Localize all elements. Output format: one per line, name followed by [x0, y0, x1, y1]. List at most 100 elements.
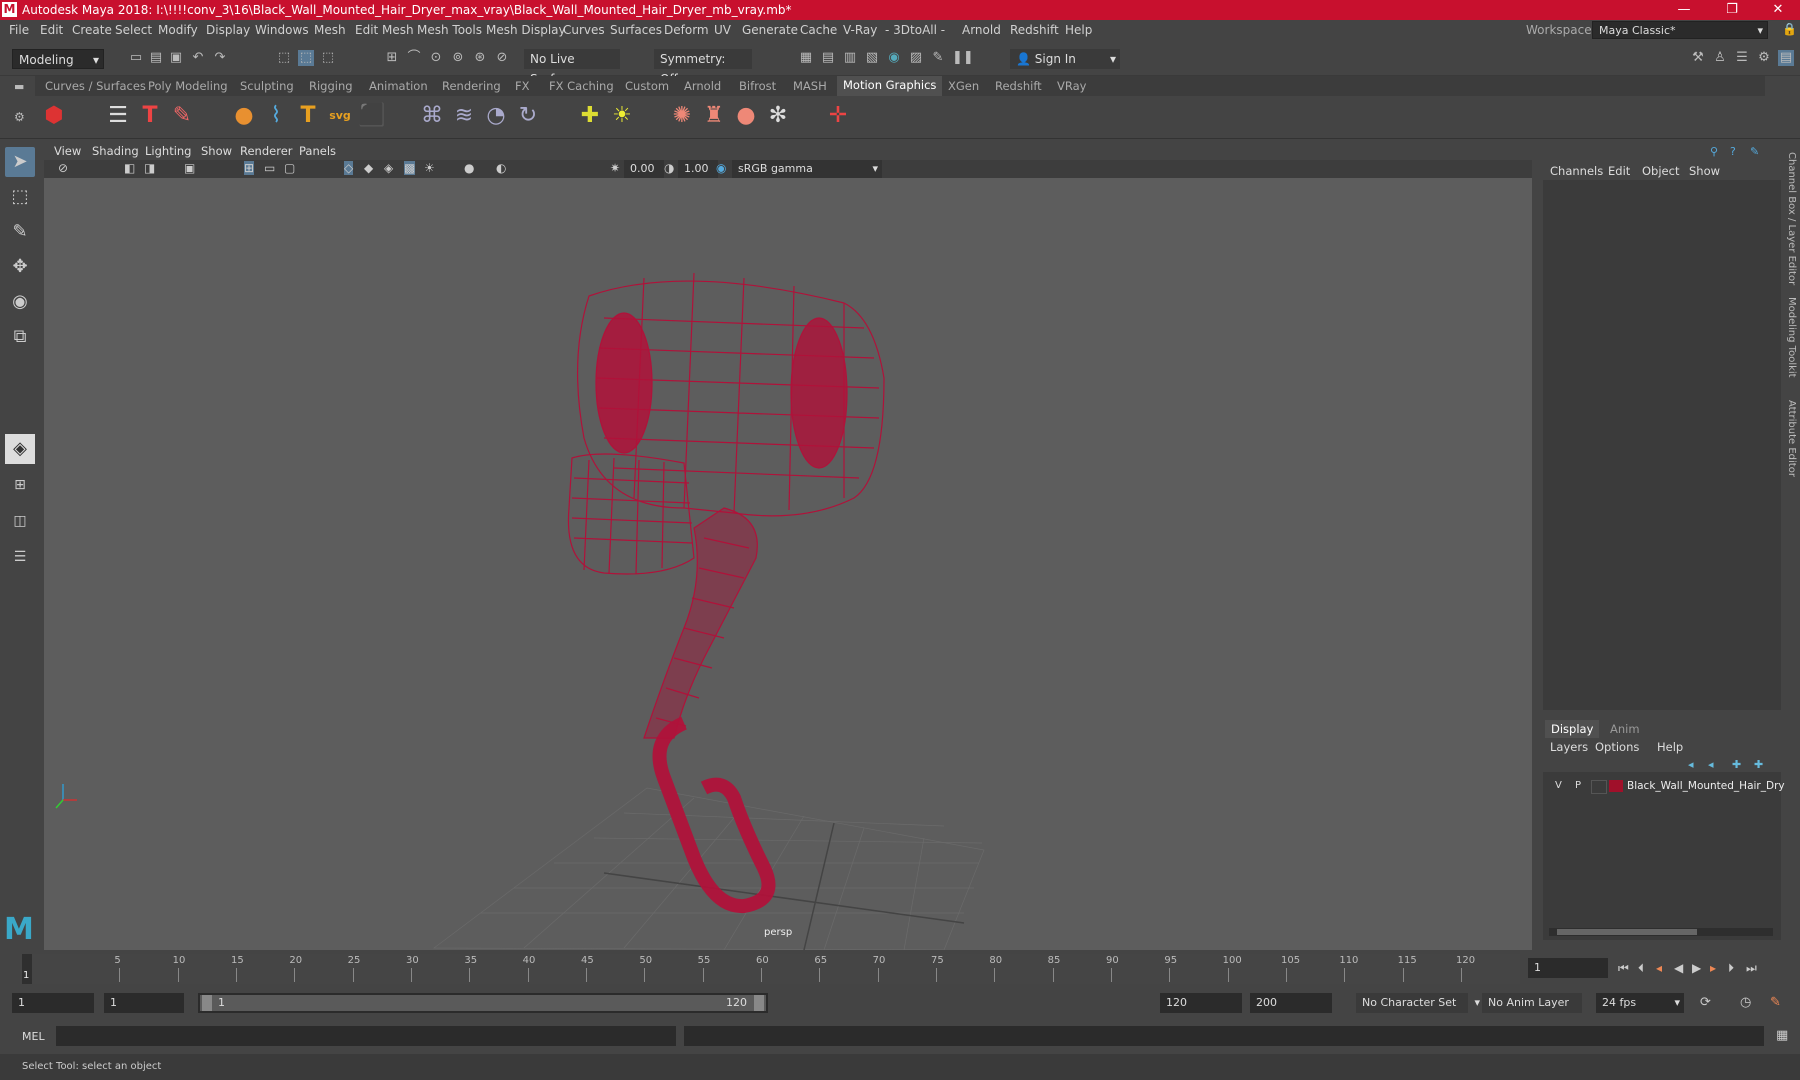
- camera-attributes-icon[interactable]: ◧: [124, 161, 135, 175]
- channel-box-pin-icon[interactable]: ⚲: [1710, 145, 1718, 158]
- layer-tab-display[interactable]: Display: [1545, 720, 1600, 738]
- channel-box-icon[interactable]: ▤: [1778, 50, 1794, 66]
- hypershade-icon[interactable]: ◉: [886, 50, 902, 66]
- viewport-menu-panels[interactable]: Panels: [299, 144, 336, 158]
- menu-windows[interactable]: Windows: [255, 23, 309, 37]
- camera-lock-icon[interactable]: ⊘: [58, 161, 68, 175]
- current-frame-field[interactable]: 1: [1528, 958, 1608, 978]
- perspective-viewport[interactable]: persp: [44, 178, 1532, 950]
- layer-menu-help[interactable]: Help: [1657, 740, 1683, 754]
- shelf-tab-fx[interactable]: FX: [515, 79, 530, 93]
- image-plane-icon[interactable]: ▣: [184, 161, 195, 175]
- sweep-tool-icon[interactable]: ✎: [168, 102, 196, 130]
- menu-arnold[interactable]: Arnold: [962, 23, 1001, 37]
- script-editor-icon[interactable]: ▦: [1776, 1028, 1788, 1043]
- shelf-tab-custom[interactable]: Custom: [625, 79, 669, 93]
- current-frame-marker[interactable]: 1: [22, 954, 32, 984]
- open-scene-icon[interactable]: ▤: [148, 50, 164, 66]
- channel-box-help-icon[interactable]: ?: [1730, 145, 1736, 158]
- menu-curves[interactable]: Curves: [563, 23, 605, 37]
- render-view-icon[interactable]: ▨: [908, 50, 924, 66]
- side-tab-channel-box[interactable]: Channel Box / Layer Editor: [1786, 152, 1797, 285]
- shelf-tab-rigging[interactable]: Rigging: [309, 79, 353, 93]
- anim-end-field[interactable]: 120: [1160, 993, 1242, 1013]
- shelf-tab-arnold[interactable]: Arnold: [684, 79, 721, 93]
- range-start-handle[interactable]: [202, 995, 212, 1011]
- range-end-handle[interactable]: [754, 995, 764, 1011]
- select-component-icon[interactable]: ⬚: [320, 50, 336, 66]
- exposure-field[interactable]: 0.00: [624, 160, 664, 178]
- text-icon[interactable]: T: [294, 102, 322, 130]
- attribute-editor-icon[interactable]: ☰: [1734, 50, 1750, 66]
- deformer-icon[interactable]: ⌘: [418, 102, 446, 130]
- scale-tool-icon[interactable]: ⧉: [5, 322, 35, 352]
- symmetry-dropdown[interactable]: Symmetry: Off: [654, 49, 752, 86]
- fps-dropdown[interactable]: 24 fps ▾: [1596, 993, 1684, 1013]
- channel-menu-edit[interactable]: Edit: [1608, 164, 1630, 178]
- sign-in-dropdown[interactable]: 👤 Sign In ▾: [1010, 49, 1120, 69]
- step-back-key-icon[interactable]: ◂: [1656, 961, 1662, 975]
- menu-3dtoall[interactable]: - 3DtoAll -: [885, 23, 945, 37]
- channel-menu-channels[interactable]: Channels: [1550, 164, 1603, 178]
- particle-icon[interactable]: ●: [732, 102, 760, 130]
- layer-name[interactable]: Black_Wall_Mounted_Hair_Dry: [1627, 780, 1785, 792]
- shelf-tab-poly-modeling[interactable]: Poly Modeling: [148, 79, 228, 93]
- select-object-icon[interactable]: ⬚: [298, 50, 314, 66]
- restore-button[interactable]: ❐: [1712, 0, 1752, 20]
- snap-view-icon[interactable]: ⊚: [450, 50, 466, 66]
- menu-vray[interactable]: V-Ray: [843, 23, 877, 37]
- save-scene-icon[interactable]: ▣: [168, 50, 184, 66]
- shelf-tab-mash[interactable]: MASH: [793, 79, 827, 93]
- play-backwards-icon[interactable]: ◀: [1674, 961, 1683, 975]
- snap-surface-icon[interactable]: ⊛: [472, 50, 488, 66]
- snap-grid-icon[interactable]: ⊞: [384, 50, 400, 66]
- menu-set-dropdown[interactable]: Modeling ▾: [12, 49, 104, 69]
- resolution-gate-icon[interactable]: ▢: [284, 161, 295, 175]
- command-language-label[interactable]: MEL: [22, 1030, 45, 1043]
- step-forward-key-icon[interactable]: ▸: [1710, 961, 1716, 975]
- color-management-icon[interactable]: ◉: [716, 161, 726, 175]
- human-ik-icon[interactable]: ♙: [1712, 50, 1728, 66]
- layer-visibility-toggle[interactable]: V: [1555, 780, 1562, 791]
- auto-key-icon[interactable]: ◷: [1740, 995, 1751, 1010]
- menu-cache[interactable]: Cache: [800, 23, 837, 37]
- render-sequence-icon[interactable]: ▤: [820, 50, 836, 66]
- loop-icon[interactable]: ⟳: [1700, 995, 1711, 1010]
- menu-uv[interactable]: UV: [714, 23, 731, 37]
- cluster-icon[interactable]: ✺: [668, 102, 696, 130]
- shelf-tab-sculpting[interactable]: Sculpting: [240, 79, 294, 93]
- workspace-dropdown[interactable]: Maya Classic* ▾: [1592, 21, 1768, 39]
- snap-live-icon[interactable]: ⊘: [494, 50, 510, 66]
- grid-icon[interactable]: ⊞: [244, 161, 255, 175]
- smooth-shade-icon[interactable]: ◆: [364, 161, 373, 175]
- xray-icon[interactable]: ▩: [404, 161, 416, 175]
- modeling-toolkit-icon[interactable]: ⚒: [1690, 50, 1706, 66]
- menu-file[interactable]: File: [9, 23, 29, 37]
- lock-icon[interactable]: 🔒: [1782, 22, 1797, 36]
- snap-curve-icon[interactable]: ⌒: [406, 50, 422, 66]
- character-set-dropdown[interactable]: No Character Set ▾: [1356, 993, 1480, 1013]
- step-back-frame-icon[interactable]: ⏴: [1638, 961, 1644, 976]
- channel-menu-object[interactable]: Object: [1642, 164, 1679, 178]
- shelf-menu-icon[interactable]: ▬: [14, 80, 24, 93]
- anim-start-field[interactable]: 1: [104, 993, 184, 1013]
- shelf-tab-animation[interactable]: Animation: [369, 79, 428, 93]
- lasso-tool-icon[interactable]: ⬚: [5, 182, 35, 212]
- new-layer-icon[interactable]: ✚: [1732, 758, 1741, 771]
- viewport-menu-renderer[interactable]: Renderer: [240, 144, 293, 158]
- pause-icon[interactable]: ❚❚: [952, 50, 974, 66]
- motion-graphics-cube-icon[interactable]: ⬢: [40, 102, 68, 130]
- layer-tab-anim[interactable]: Anim: [1610, 722, 1640, 736]
- sphere-icon[interactable]: ●: [230, 102, 258, 130]
- menu-mesh-display[interactable]: Mesh Display: [486, 23, 566, 37]
- shelf-tab-rendering[interactable]: Rendering: [442, 79, 501, 93]
- menu-generate[interactable]: Generate: [742, 23, 798, 37]
- move-layer-up-icon[interactable]: ◂: [1688, 758, 1694, 771]
- viewport-menu-lighting[interactable]: Lighting: [145, 144, 191, 158]
- layer-menu-layers[interactable]: Layers: [1550, 740, 1588, 754]
- render-settings-icon[interactable]: ▧: [864, 50, 880, 66]
- shelf-tab-fx-caching[interactable]: FX Caching: [549, 79, 614, 93]
- new-layer-selected-icon[interactable]: ✚: [1754, 758, 1763, 771]
- viewport-menu-shading[interactable]: Shading: [92, 144, 139, 158]
- layer-scrollbar-thumb[interactable]: [1557, 929, 1697, 935]
